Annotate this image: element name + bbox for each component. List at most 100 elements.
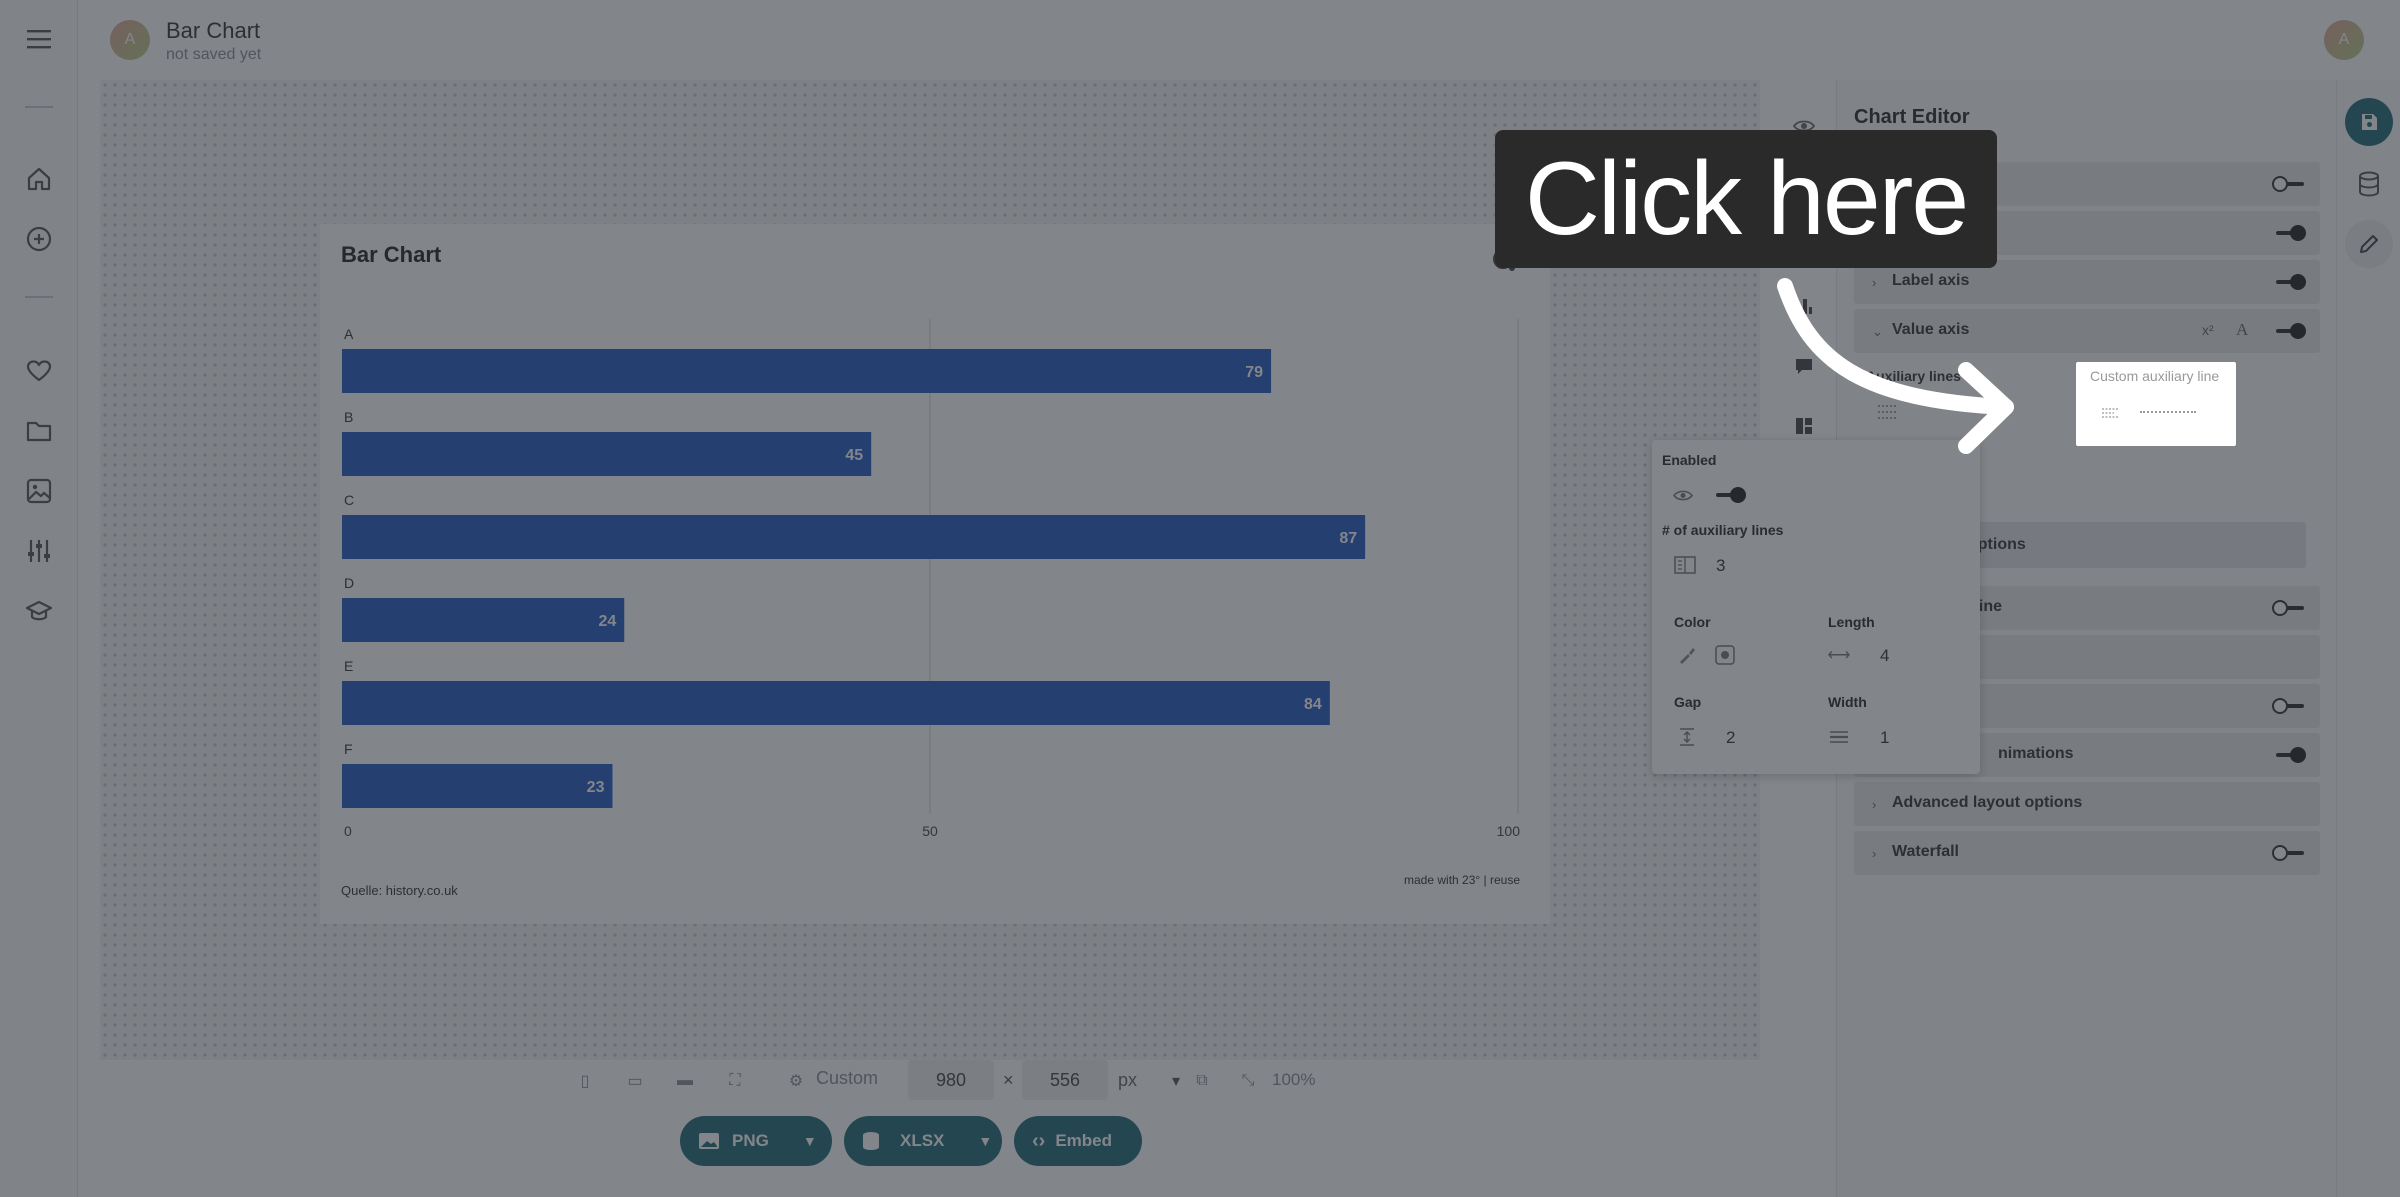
- save-button[interactable]: [2345, 98, 2393, 146]
- label-axis-toggle[interactable]: [2272, 274, 2306, 290]
- height-input[interactable]: [1022, 1060, 1108, 1100]
- animations-toggle[interactable]: [2272, 747, 2306, 763]
- x-tick-label: 50: [922, 823, 938, 839]
- font-icon[interactable]: A: [2236, 320, 2248, 340]
- superscript-icon[interactable]: x²: [2202, 322, 2214, 338]
- document-title[interactable]: Bar Chart: [166, 18, 260, 44]
- toggle-switch[interactable]: [2272, 698, 2306, 714]
- menu-icon[interactable]: [20, 20, 58, 58]
- brush-icon[interactable]: [1676, 644, 1698, 666]
- unit-select[interactable]: px: [1118, 1070, 1137, 1091]
- bar: [342, 432, 872, 476]
- mobile-size-icon[interactable]: ▯: [573, 1070, 597, 1092]
- value-axis-toggle[interactable]: [2272, 323, 2306, 339]
- toggle-switch[interactable]: [2272, 176, 2306, 192]
- bar-chart[interactable]: A 79 B 45 C 87 D 24 E 84 F 23 0 50 100: [320, 224, 1550, 864]
- bar-value-label: 79: [1245, 364, 1263, 381]
- palette-icon[interactable]: [1714, 644, 1736, 666]
- chevron-right-icon: ›: [1872, 846, 1877, 861]
- folder-icon[interactable]: [20, 412, 58, 450]
- home-icon[interactable]: [20, 160, 58, 198]
- bar-value-label: 24: [598, 613, 616, 630]
- database-icon[interactable]: [2345, 160, 2393, 208]
- dotted-line-preview: [2140, 411, 2196, 413]
- category-label: B: [344, 409, 353, 425]
- category-label: E: [344, 658, 353, 674]
- export-png-button[interactable]: PNG ▼: [680, 1116, 832, 1166]
- tutorial-callout-text: Click here: [1524, 140, 1969, 257]
- waterfall-label: Waterfall: [1892, 843, 1959, 860]
- category-label: F: [344, 741, 353, 757]
- category-label: A: [344, 326, 354, 342]
- enabled-label: Enabled: [1662, 452, 1717, 468]
- user-avatar[interactable]: A: [2324, 20, 2364, 60]
- bar: [342, 598, 625, 642]
- pencil-icon[interactable]: [2345, 220, 2393, 268]
- gear-icon[interactable]: ⚙: [784, 1070, 808, 1092]
- chart-credit[interactable]: made with 23° | reuse: [1270, 873, 1520, 887]
- editor-row-waterfall[interactable]: › Waterfall: [1854, 831, 2320, 875]
- enabled-toggle[interactable]: [1712, 487, 1746, 503]
- export-xlsx-button[interactable]: XLSX ▼: [844, 1116, 1002, 1166]
- add-icon[interactable]: [20, 220, 58, 258]
- arrows-horizontal-icon: ⟷: [1827, 647, 1851, 664]
- x-tick-label: 100: [1497, 823, 1521, 839]
- width-label: Width: [1828, 694, 1867, 710]
- tutorial-arrow-icon: [1777, 278, 2014, 454]
- chevron-down-icon[interactable]: ▼: [978, 1133, 992, 1149]
- xlsx-label: XLSX: [900, 1131, 945, 1150]
- embed-label: Embed: [1055, 1131, 1113, 1150]
- gap-value[interactable]: 2: [1726, 728, 1735, 748]
- document-avatar: A: [110, 20, 150, 60]
- zoom-level: 100%: [1272, 1070, 1316, 1089]
- png-label: PNG: [732, 1131, 769, 1150]
- auxiliary-lines-popup: Enabled # of auxiliary lines 3 Color Len…: [1652, 440, 1980, 774]
- times-sign: ×: [1003, 1070, 1014, 1090]
- zoom-icon[interactable]: ⤡: [1236, 1070, 1260, 1092]
- caret-down-icon[interactable]: ▾: [1164, 1070, 1188, 1092]
- bar-value-label: 23: [587, 779, 605, 796]
- chart-source: Quelle: history.co.uk: [341, 883, 458, 898]
- sliders-icon[interactable]: [20, 532, 58, 570]
- image-icon[interactable]: [20, 472, 58, 510]
- lock-icon[interactable]: ⧉: [1190, 1070, 1214, 1092]
- advanced-layout-label: Advanced layout options: [1892, 794, 2083, 811]
- eye-icon: [1672, 484, 1694, 506]
- embed-button[interactable]: ‹› Embed: [1014, 1116, 1142, 1166]
- bar-value-label: 84: [1304, 696, 1322, 713]
- line-width-icon: [1828, 726, 1850, 748]
- category-label: D: [344, 575, 354, 591]
- heart-icon[interactable]: [20, 352, 58, 390]
- tablet-size-icon[interactable]: ▭: [623, 1070, 647, 1092]
- category-label: C: [344, 492, 354, 508]
- document-status: not saved yet: [166, 46, 262, 63]
- left-rail: [0, 0, 78, 1197]
- gap-label: Gap: [1674, 694, 1702, 710]
- bar: [342, 764, 613, 808]
- animations-label: nimations: [1998, 745, 2074, 762]
- count-label: # of auxiliary lines: [1662, 522, 1784, 538]
- toggle-switch[interactable]: [2272, 225, 2306, 241]
- x-tick-label: 0: [344, 823, 352, 839]
- fullscreen-icon[interactable]: ⛶: [723, 1070, 747, 1092]
- waterfall-toggle[interactable]: [2272, 845, 2306, 861]
- rail-divider: [25, 296, 53, 298]
- gap-icon: [1676, 726, 1698, 748]
- zero-line-toggle[interactable]: [2272, 600, 2306, 616]
- graduation-cap-icon[interactable]: [20, 592, 58, 630]
- laptop-size-icon[interactable]: ▬: [673, 1070, 697, 1092]
- bar: [342, 681, 1330, 725]
- editor-row-advanced-layout[interactable]: › Advanced layout options: [1854, 782, 2320, 826]
- custom-auxiliary-line-icon: [2100, 404, 2120, 427]
- image-icon: [698, 1131, 722, 1151]
- bar-value-label: 45: [845, 447, 863, 464]
- count-value[interactable]: 3: [1716, 556, 1725, 576]
- length-label: Length: [1828, 614, 1875, 630]
- chevron-right-icon: ›: [1872, 797, 1877, 812]
- chevron-down-icon[interactable]: ▼: [803, 1133, 817, 1149]
- width-input[interactable]: [908, 1060, 994, 1100]
- custom-auxiliary-line-label: Custom auxiliary line: [2090, 368, 2220, 384]
- length-value[interactable]: 4: [1880, 646, 1889, 666]
- size-preset[interactable]: Custom: [816, 1068, 878, 1089]
- width-value[interactable]: 1: [1880, 728, 1889, 748]
